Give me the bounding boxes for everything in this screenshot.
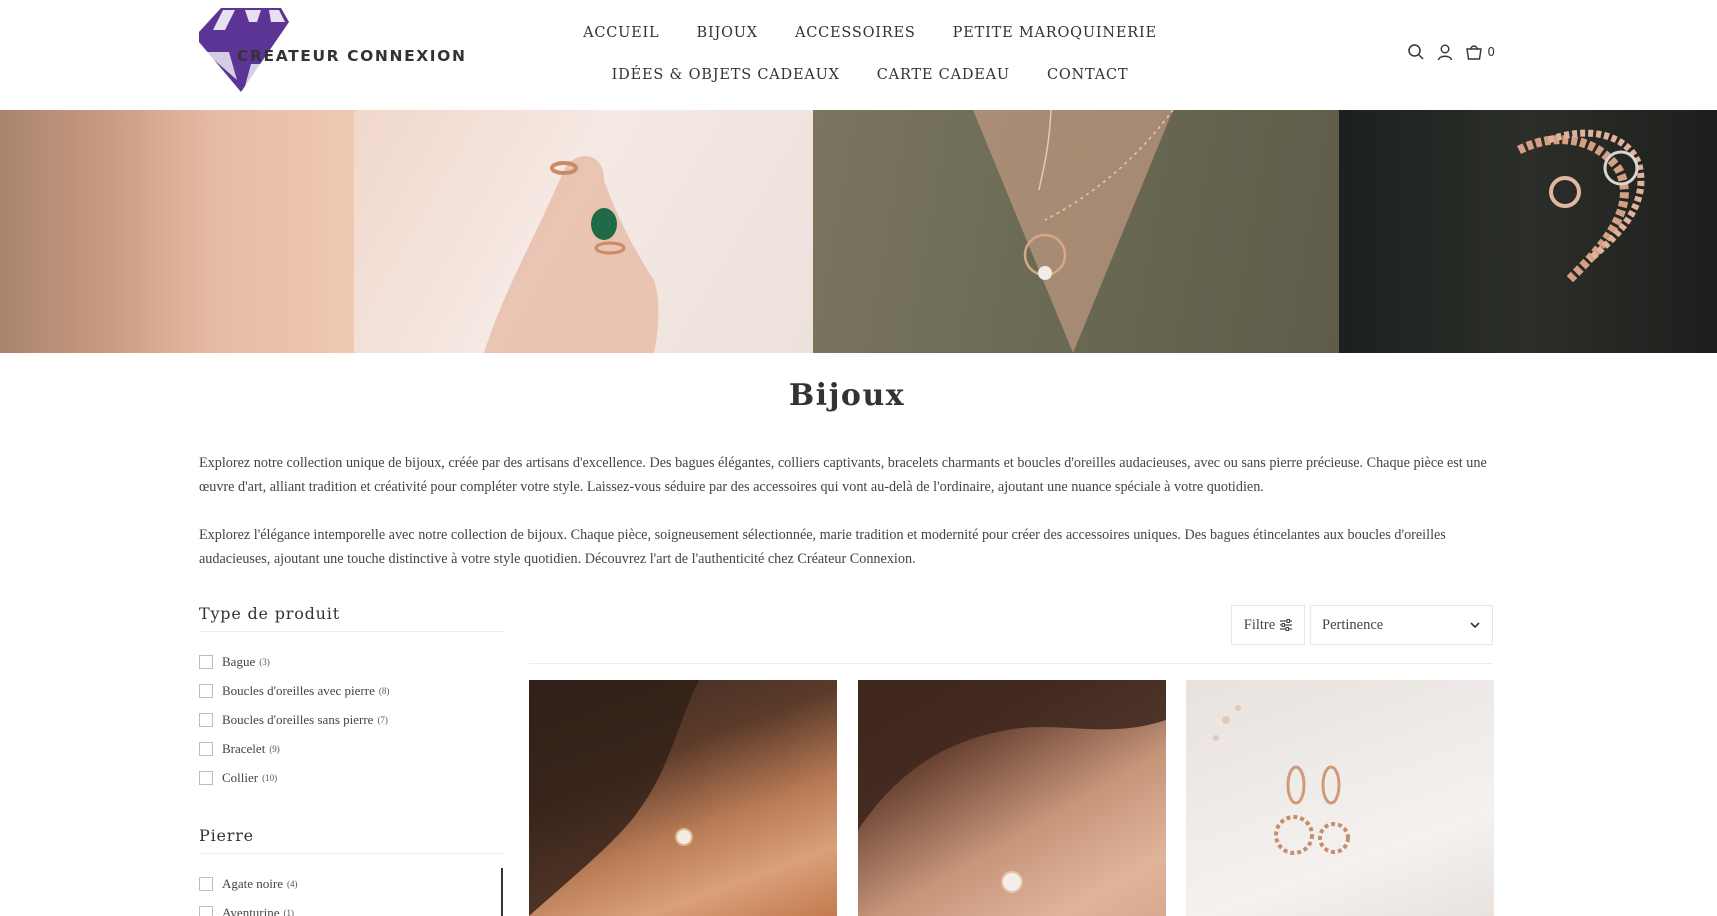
brand-logo[interactable]: CREATEUR CONNEXION (199, 8, 499, 92)
filter-option-count: (1) (283, 907, 295, 916)
filter-option-count: (10) (262, 772, 278, 783)
filter-option-label: Bracelet (222, 740, 266, 756)
filter-list-type: Bague (3) Boucles d'oreilles avec pierre… (199, 647, 505, 792)
banner-image-necklace (813, 110, 1339, 353)
product-card[interactable] (858, 680, 1166, 916)
filter-option-count: (7) (377, 714, 388, 725)
page-title: Bijoux (788, 378, 906, 413)
filter-group-title-stone[interactable]: Pierre (199, 826, 505, 854)
collection-description-2: Explorez l'élégance intemporelle avec no… (199, 527, 1446, 567)
necklace-illustration (973, 110, 1174, 353)
filter-option[interactable]: Boucles d'oreilles sans pierre (7) (199, 705, 505, 734)
sort-select-value: Pertinence (1322, 616, 1384, 633)
filter-checkbox[interactable] (199, 905, 213, 916)
filter-checkbox[interactable] (199, 876, 213, 891)
sort-select[interactable]: Pertinence (1310, 605, 1493, 645)
banner-image-face (0, 110, 354, 353)
filter-checkbox[interactable] (199, 654, 213, 669)
filter-checkbox[interactable] (199, 741, 213, 756)
hero-banner (0, 110, 1717, 353)
filter-option[interactable]: Aventurine (1) (199, 898, 505, 916)
cart-count: 0 (1487, 45, 1495, 59)
filter-option-label: Boucles d'oreilles sans pierre (222, 711, 374, 727)
cart-icon[interactable] (1465, 43, 1483, 61)
filter-option[interactable]: Agate noire (4) (199, 869, 505, 898)
nav-item-idees-cadeaux[interactable]: IDÉES & OBJETS CADEAUX (612, 60, 840, 90)
collection-description-1: Explorez notre collection unique de bijo… (199, 455, 1487, 495)
nav-item-petite-maroquinerie[interactable]: PETITE MAROQUINERIE (953, 18, 1157, 48)
product-grid (529, 680, 1494, 916)
brand-name: CREATEUR CONNEXION (237, 47, 467, 65)
sidebar-scrollbar[interactable] (501, 868, 503, 916)
user-icon[interactable] (1436, 43, 1454, 61)
nav-row-1: ACCUEIL BIJOUX ACCESSOIRES PETITE MAROQU… (540, 18, 1200, 48)
filter-option-count: (3) (259, 656, 270, 667)
filter-option-label: Aventurine (222, 904, 280, 916)
filter-option[interactable]: Boucles d'oreilles avec pierre (8) (199, 676, 505, 705)
sliders-icon (1280, 619, 1293, 631)
product-image (529, 680, 699, 916)
filter-option-count: (8) (378, 685, 390, 696)
hand-ring-illustration (484, 156, 659, 353)
site-header: CREATEUR CONNEXION ACCUEIL BIJOUX ACCESS… (0, 0, 1717, 110)
bracelet-illustration (1516, 129, 1645, 284)
filter-option-label: Collier (222, 769, 259, 785)
banner-image-bracelet (1339, 110, 1717, 353)
filter-button[interactable]: Filtre (1231, 605, 1305, 645)
filter-option[interactable]: Collier (10) (199, 763, 505, 792)
filter-option-count: (9) (269, 743, 280, 754)
filter-option[interactable]: Bague (3) (199, 647, 505, 676)
product-image (858, 680, 1166, 893)
chevron-down-icon (1470, 622, 1480, 629)
main-nav: ACCUEIL BIJOUX ACCESSOIRES PETITE MAROQU… (540, 18, 1200, 102)
collection-toolbar: Filtre Pertinence (529, 604, 1493, 664)
nav-item-contact[interactable]: CONTACT (1047, 60, 1128, 90)
filter-option-label: Agate noire (222, 875, 284, 891)
filter-checkbox[interactable] (199, 770, 213, 785)
product-image (1213, 705, 1350, 855)
product-card[interactable] (1186, 680, 1494, 916)
nav-item-accessoires[interactable]: ACCESSOIRES (795, 18, 916, 48)
filter-option[interactable]: Bracelet (9) (199, 734, 505, 763)
nav-item-bijoux[interactable]: BIJOUX (697, 18, 758, 48)
filter-checkbox[interactable] (199, 683, 213, 698)
nav-item-carte-cadeau[interactable]: CARTE CADEAU (877, 60, 1010, 90)
filter-list-stone: Agate noire (4) Aventurine (1) (199, 869, 505, 916)
banner-image-ring (354, 110, 813, 353)
product-card[interactable] (529, 680, 837, 916)
filter-option-label: Bague (222, 653, 256, 669)
filter-group-title-type[interactable]: Type de produit (199, 604, 505, 632)
nav-row-2: IDÉES & OBJETS CADEAUX CARTE CADEAU CONT… (540, 60, 1200, 90)
filter-checkbox[interactable] (199, 712, 213, 727)
search-icon[interactable] (1407, 43, 1425, 61)
filter-button-label: Filtre (1243, 616, 1276, 633)
filter-option-label: Boucles d'oreilles avec pierre (222, 682, 375, 698)
filter-sidebar: Type de produit Bague (3) Boucles d'orei… (199, 604, 505, 916)
filter-option-count: (4) (287, 878, 298, 889)
nav-item-accueil[interactable]: ACCUEIL (583, 18, 659, 48)
header-icons: 0 (1407, 43, 1495, 61)
